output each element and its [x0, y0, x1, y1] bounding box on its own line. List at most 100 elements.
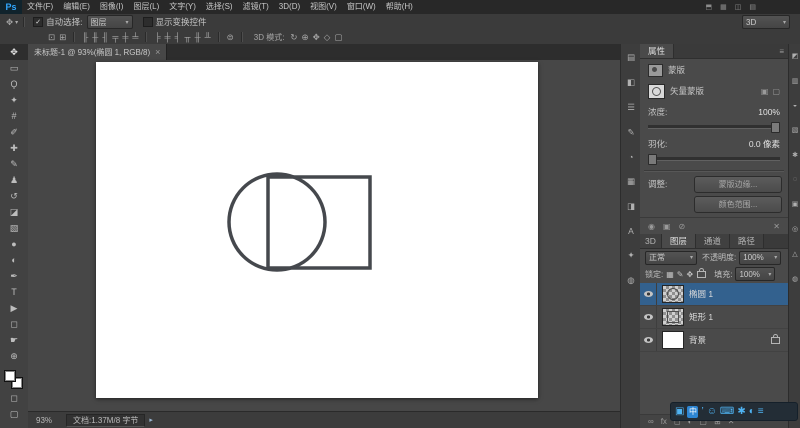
lock-position-icon[interactable]: ✥	[687, 270, 694, 279]
zoom-level-field[interactable]: 93%	[36, 416, 52, 425]
density-value[interactable]: 100%	[758, 107, 780, 117]
layer-thumbnail[interactable]	[662, 285, 684, 303]
tool-eyedropper[interactable]: ✐	[0, 124, 28, 140]
history-panel-icon[interactable]: ▤	[627, 52, 635, 63]
layer-thumbnail[interactable]	[662, 308, 684, 326]
quick-mask-button[interactable]: ◻	[0, 390, 28, 406]
tool-history-brush[interactable]: ↺	[0, 188, 28, 204]
distribute-vcenter-icon[interactable]: ╫	[193, 32, 203, 42]
add-vector-mask-icon[interactable]: ▢	[772, 87, 780, 96]
apply-mask-icon[interactable]: ▣	[663, 222, 671, 231]
foreground-color-chip[interactable]	[4, 370, 16, 382]
color-range-button[interactable]: 颜色范围...	[694, 196, 782, 213]
vector-mask-thumbnail[interactable]	[648, 83, 665, 99]
drag-3d-icon[interactable]: ✥	[311, 32, 322, 43]
timeline-panel-icon[interactable]: ◍	[627, 275, 634, 286]
tab-channels[interactable]: 通道	[695, 234, 730, 248]
navigator-panel-icon[interactable]: ◒	[793, 102, 797, 109]
roll-3d-icon[interactable]: ⊕	[300, 32, 311, 43]
layer-thumbnail[interactable]	[662, 331, 684, 349]
layer-name[interactable]: 椭圆 1	[689, 288, 713, 300]
misc-panel-icon[interactable]: ◍	[792, 275, 798, 283]
tool-marquee[interactable]: ▭	[0, 60, 28, 76]
tool-eraser[interactable]: ◪	[0, 204, 28, 220]
layout-icon[interactable]: ⬒	[706, 3, 713, 11]
extras-icon[interactable]: ▤	[749, 3, 756, 11]
brush-panel-icon[interactable]: ✎	[627, 127, 634, 138]
document-info[interactable]: 文档:1.37M/8 字节	[66, 413, 146, 427]
actions-panel-icon[interactable]: ☰	[627, 102, 635, 113]
tool-hand[interactable]: ☛	[0, 332, 28, 348]
tool-preset-caret-icon[interactable]: ▾	[15, 19, 18, 26]
tool-lasso[interactable]: Ϙ	[0, 76, 28, 92]
slide-3d-icon[interactable]: ◇	[322, 32, 333, 43]
density-slider[interactable]	[648, 122, 780, 133]
tool-move[interactable]: ✥	[0, 44, 28, 60]
layer-name[interactable]: 矩形 1	[689, 311, 713, 323]
tool-gradient[interactable]: ▧	[0, 220, 28, 236]
layer-row-background[interactable]: 背景	[640, 329, 788, 352]
eye-icon[interactable]	[643, 291, 653, 297]
adjustments-panel-icon[interactable]: ▦	[627, 176, 635, 187]
menu-type[interactable]: 文字(Y)	[164, 0, 201, 14]
tool-pen[interactable]: ✒	[0, 268, 28, 284]
ime-keyboard-icon[interactable]: ⌨	[720, 403, 734, 420]
distribute-right-icon[interactable]: ╡	[173, 32, 183, 42]
auto-select-checkbox[interactable]: ✓	[33, 17, 44, 27]
ime-menu-icon[interactable]: ≡	[758, 403, 764, 420]
feather-slider[interactable]	[648, 154, 780, 165]
auto-select-target-dropdown[interactable]: 图层 ▾	[86, 15, 133, 29]
layer-row-rect1[interactable]: 矩形 1	[640, 306, 788, 329]
canvas-viewport[interactable]	[28, 60, 620, 412]
tool-quick-selection[interactable]: ✦	[0, 92, 28, 108]
ime-skin-icon[interactable]: ◐	[749, 403, 755, 420]
canvas[interactable]	[96, 62, 538, 398]
styles2-panel-icon[interactable]: ✱	[792, 151, 798, 159]
tool-path-selection[interactable]: ▶	[0, 300, 28, 316]
screen-mode-button[interactable]: ▢	[0, 406, 28, 422]
grid-icon[interactable]: ▦	[720, 3, 727, 11]
tab-paths[interactable]: 路径	[729, 234, 764, 248]
ime-emoji-icon[interactable]: ☺	[707, 403, 717, 420]
menu-edit[interactable]: 编辑(E)	[58, 0, 95, 14]
tool-blur[interactable]: ●	[0, 236, 28, 252]
paragraph-panel-icon[interactable]: ✦	[627, 250, 634, 261]
scale-3d-icon[interactable]: ▢	[332, 32, 344, 43]
distribute-bottom-icon[interactable]: ╨	[203, 32, 213, 42]
tab-properties[interactable]: 属性	[640, 44, 675, 58]
align-hcenter-icon[interactable]: ╫	[90, 32, 100, 42]
align-bottom-icon[interactable]: ╧	[130, 32, 140, 42]
blend-mode-dropdown[interactable]: 正常 ▾	[645, 250, 697, 265]
tool-type[interactable]: T	[0, 284, 28, 300]
opacity-dropdown[interactable]: 100% ▾	[739, 250, 782, 265]
histogram-panel-icon[interactable]: ◌	[793, 176, 797, 183]
ime-punctuation-icon[interactable]: ’	[701, 403, 703, 420]
visibility-cell[interactable]	[640, 329, 657, 351]
color-panel-icon[interactable]: ◩	[792, 52, 799, 60]
document-tab[interactable]: 未标题-1 @ 93%(椭圆 1, RGB/8) ×	[28, 44, 168, 60]
lock-all-icon[interactable]	[697, 267, 707, 278]
info-panel-icon[interactable]: ◧	[627, 77, 635, 88]
tool-healing-brush[interactable]: ✚	[0, 140, 28, 156]
align-right-icon[interactable]: ╢	[100, 32, 110, 42]
menu-file[interactable]: 文件(F)	[22, 0, 58, 14]
density-slider-knob[interactable]	[771, 122, 780, 133]
tab-layers[interactable]: 图层	[661, 234, 696, 248]
panel-menu-icon[interactable]: ≡	[779, 47, 784, 56]
align-top-icon[interactable]: ╤	[110, 32, 120, 42]
character-panel-icon[interactable]: A	[628, 226, 634, 236]
menu-select[interactable]: 选择(S)	[201, 0, 238, 14]
swatches-panel-icon[interactable]: ▥	[792, 77, 799, 85]
ime-settings-icon[interactable]: ✱	[737, 403, 745, 420]
rotate-3d-icon[interactable]: ↻	[288, 32, 299, 43]
tool-brush[interactable]: ✎	[0, 156, 28, 172]
styles-panel-icon[interactable]: ◨	[627, 201, 635, 212]
tools-presets-icon[interactable]: △	[792, 250, 797, 258]
distribute-left-icon[interactable]: ╞	[152, 32, 162, 42]
arrange-icon[interactable]: ◫	[735, 3, 742, 11]
tool-preset-icon[interactable]: ✥	[4, 17, 15, 28]
workspace-switcher[interactable]: 3D ▾	[742, 15, 790, 29]
distribute-hcenter-icon[interactable]: ╪	[162, 32, 172, 42]
feather-slider-knob[interactable]	[648, 154, 657, 165]
distribute-top-icon[interactable]: ╥	[183, 32, 193, 42]
